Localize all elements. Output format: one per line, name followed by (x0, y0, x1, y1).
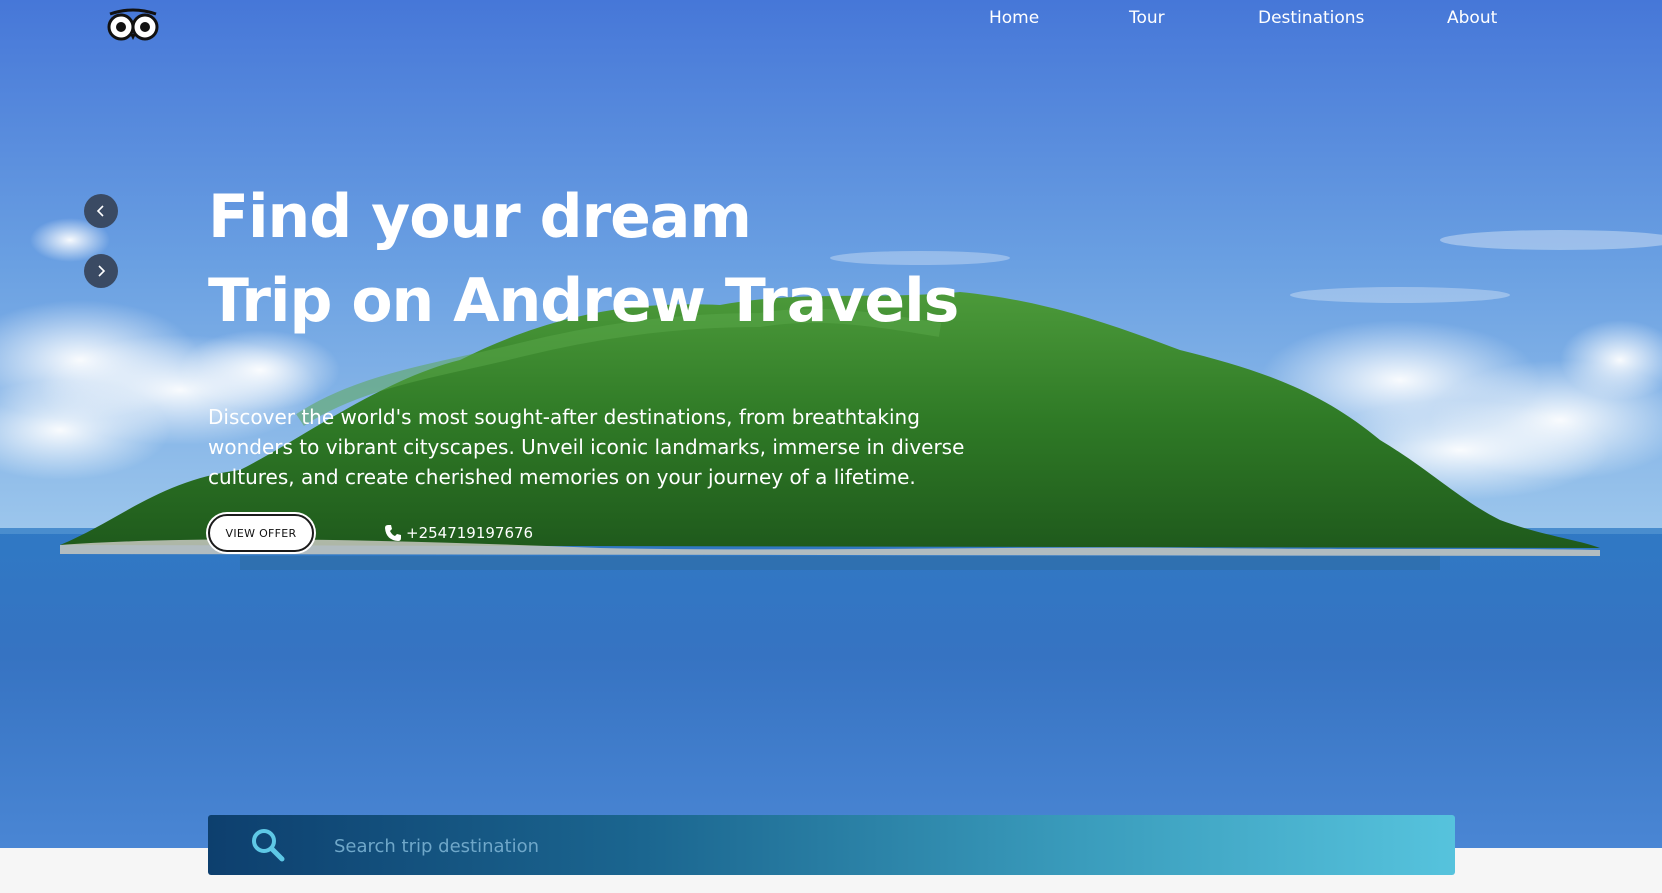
hero-section: Home Tour Destinations About Find your d… (0, 0, 1662, 848)
hero-description: Discover the world's most sought-after d… (208, 405, 965, 489)
search-icon[interactable] (250, 827, 286, 863)
view-offer-button[interactable]: VIEW OFFER (208, 514, 314, 552)
carousel-next-button[interactable] (84, 254, 118, 288)
phone-number: +254719197676 (406, 524, 534, 542)
carousel-prev-button[interactable] (84, 194, 118, 228)
hero-headline-line1: Find your dream (208, 182, 752, 252)
nav-item-destinations[interactable]: Destinations (1258, 6, 1364, 30)
chevron-left-icon (96, 205, 104, 217)
search-input[interactable] (332, 829, 1336, 863)
phone-icon (385, 525, 401, 541)
nav-item-home[interactable]: Home (989, 6, 1039, 30)
search-bar (208, 815, 1455, 875)
hero-headline-line2: Trip on Andrew Travels (208, 266, 959, 336)
hero-headline: Find your dream Trip on Andrew Travels (208, 175, 959, 343)
nav-item-about[interactable]: About (1447, 6, 1497, 30)
top-navigation: Home Tour Destinations About (0, 6, 1662, 36)
phone-contact-link[interactable]: +254719197676 (384, 522, 533, 544)
chevron-right-icon (98, 265, 106, 277)
nav-item-tour[interactable]: Tour (1129, 6, 1165, 30)
